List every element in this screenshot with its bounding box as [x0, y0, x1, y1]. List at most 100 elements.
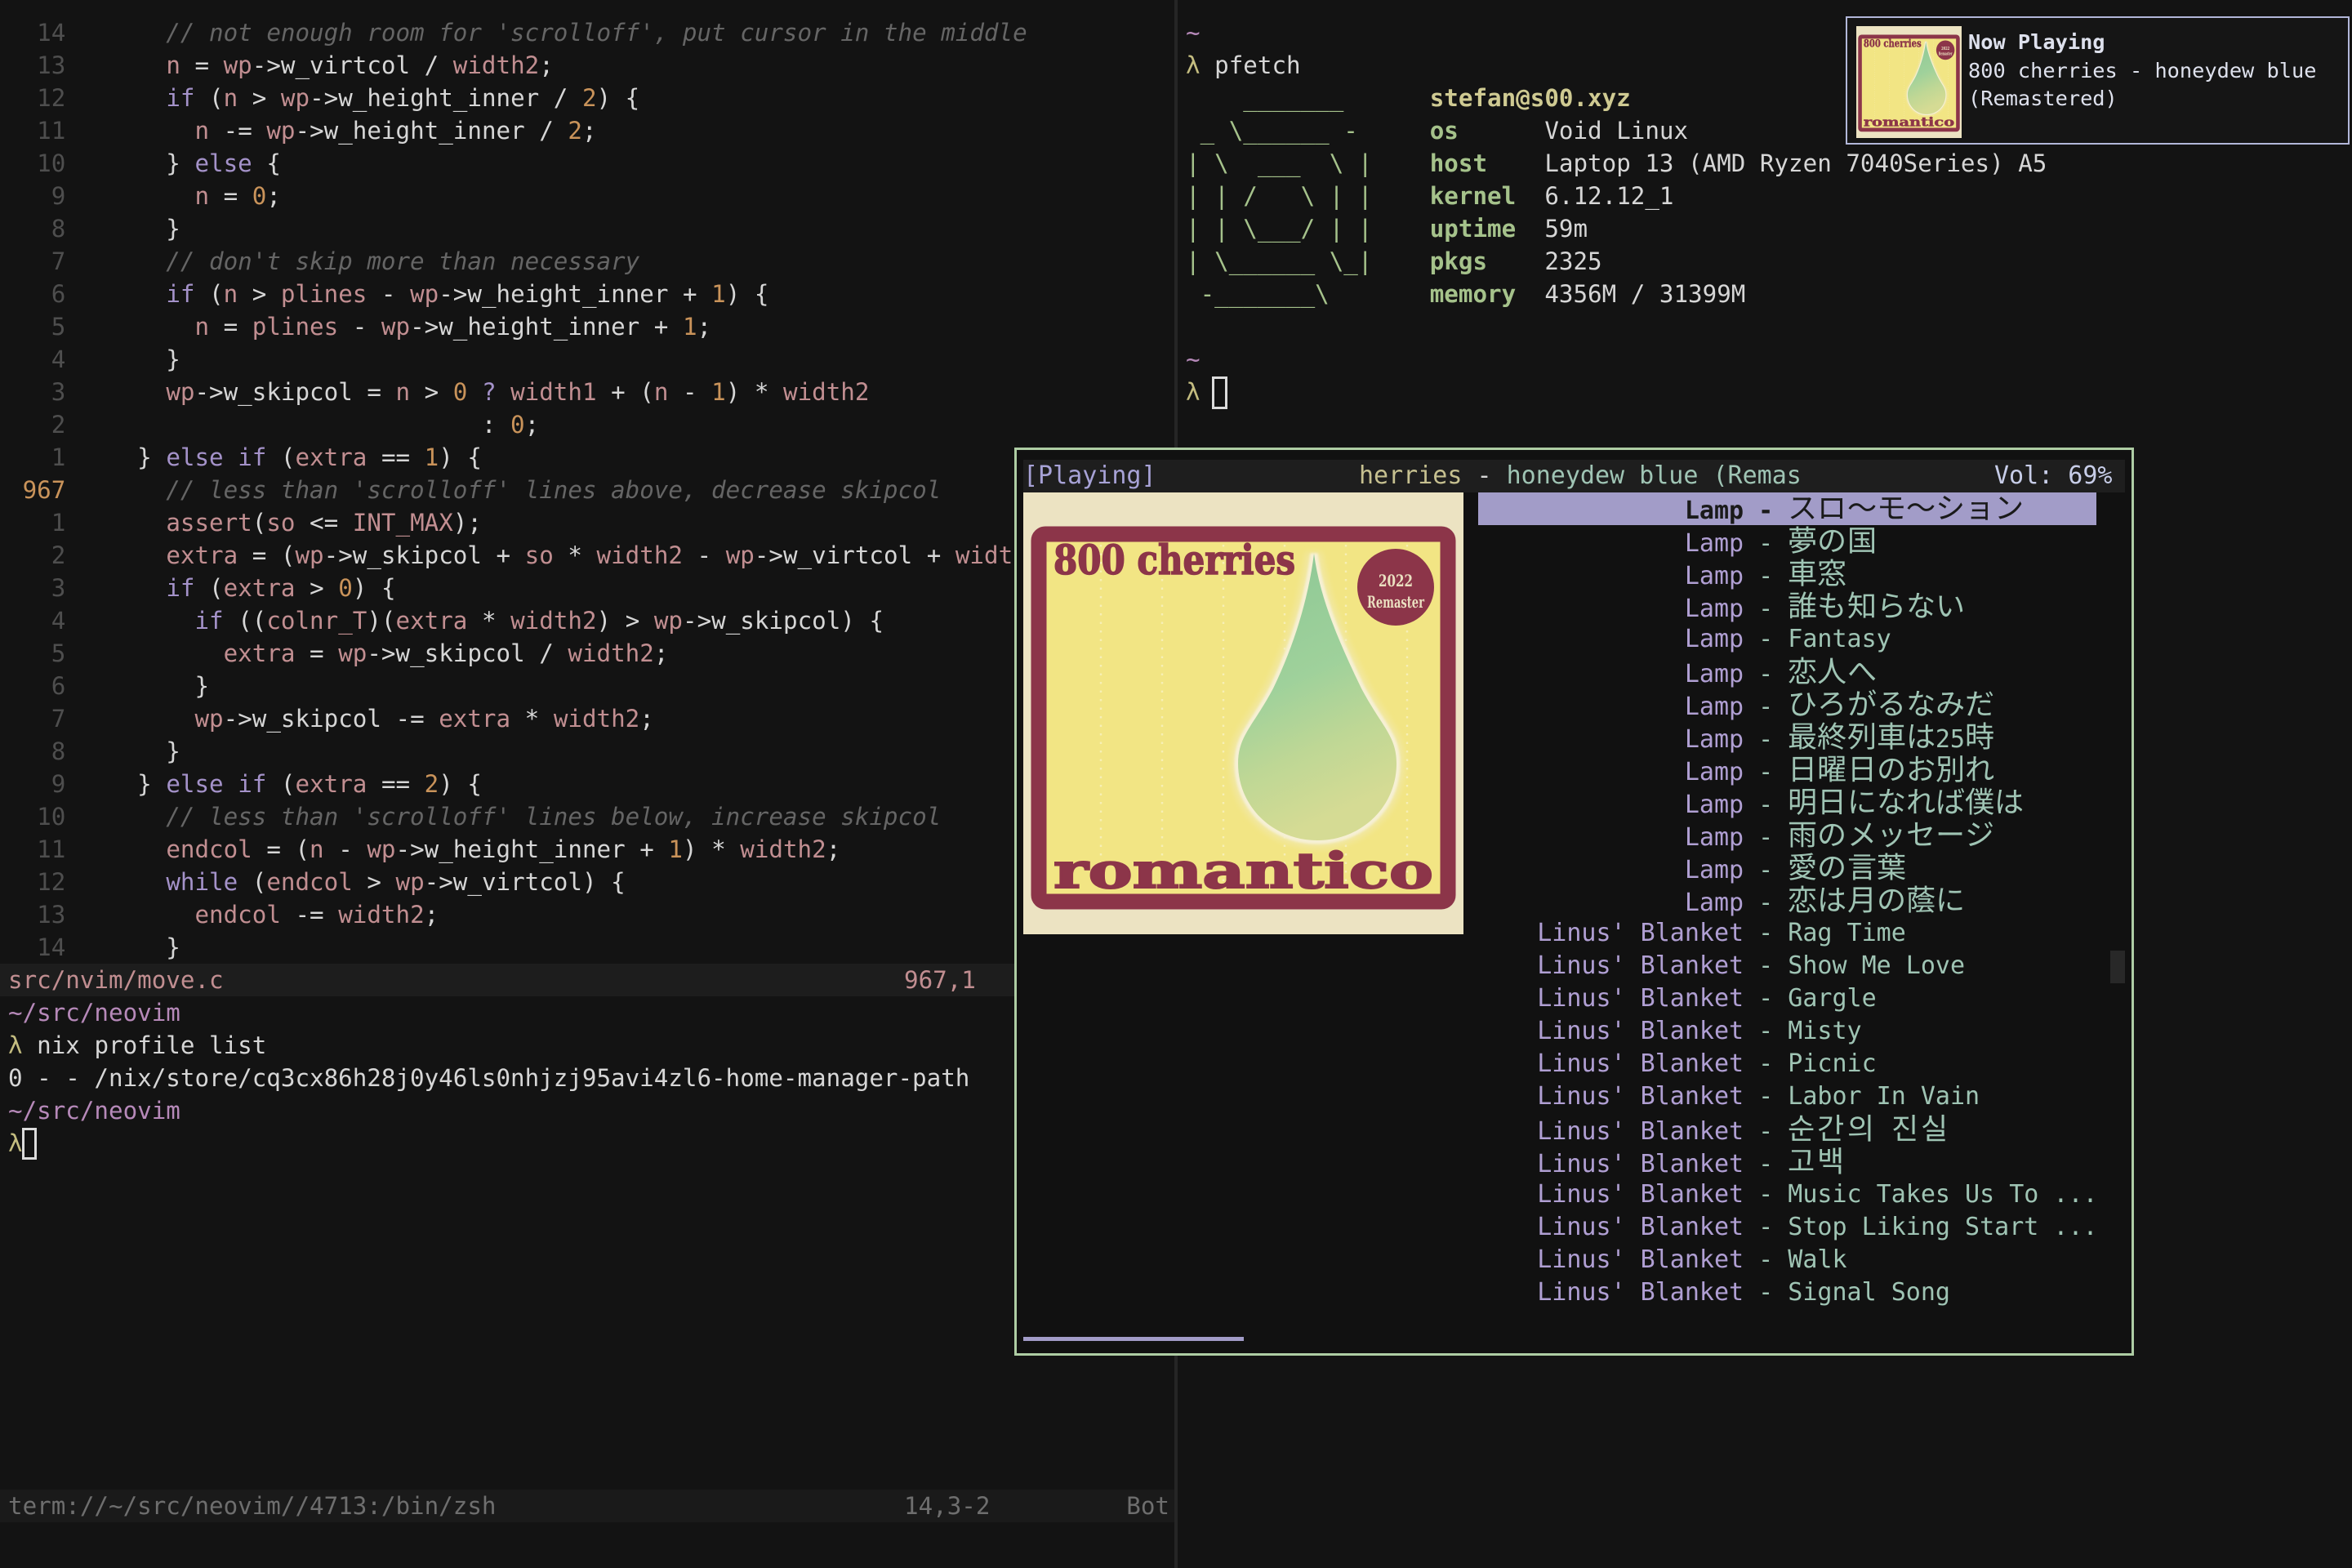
text-run: pfetch [1214, 51, 1300, 79]
code-line[interactable]: 10 // less than 'scrolloff' lines below,… [8, 800, 941, 833]
playlist-item[interactable]: Lamp - [1478, 819, 2096, 852]
cjk-glyph [1965, 754, 1994, 783]
neovim-window[interactable]: 14 // not enough room for 'scrolloff', p… [0, 0, 1174, 1568]
code-line[interactable]: 2 : 0; [8, 408, 539, 441]
text-run: ->w_virtcol) { [425, 868, 626, 896]
code-line[interactable]: 5 extra = wp->w_skipcol / width2; [8, 637, 668, 670]
playlist-item[interactable]: Linus' Blanket - Walk [1478, 1244, 2096, 1276]
code-line[interactable]: 1 assert(so <= INT_MAX); [8, 506, 482, 539]
statusline-terminal: term://~/src/neovim//4713:/bin/zsh 14,3-… [0, 1490, 1174, 1522]
playlist-item[interactable]: Linus' Blanket - Rag Time [1478, 917, 2096, 950]
text-run: extra [224, 574, 296, 602]
playlist-item[interactable]: Lamp - [1478, 884, 2096, 917]
text-run: - [1744, 758, 1788, 786]
text-run: Picnic [1788, 1049, 1876, 1078]
playlist-item[interactable]: Lamp - [1478, 590, 2096, 623]
code-line[interactable]: 6 if (n > plines - wp->w_height_inner + … [8, 278, 768, 310]
code-line[interactable]: 7 wp->w_skipcol -= extra * width2; [8, 702, 654, 735]
text-run: - [1744, 529, 1788, 558]
code-line[interactable]: 11 endcol = (n - wp->w_height_inner + 1)… [8, 833, 840, 866]
rterm-line: λ pfetch [1186, 49, 1301, 82]
progress-bar[interactable] [1023, 1337, 1244, 1341]
text-run: - [1744, 856, 1788, 884]
text-run: - [1744, 1278, 1788, 1307]
text-run [1877, 1117, 1891, 1146]
playlist-item[interactable]: Linus' Blanket - Music Takes Us To ... [1478, 1178, 2096, 1211]
playlist-item[interactable]: Linus' Blanket - [1478, 1113, 2096, 1146]
playlist-item[interactable]: Lamp - [1478, 688, 2096, 721]
text-run [80, 51, 166, 79]
playlist-item[interactable]: Lamp - [1478, 492, 2096, 525]
code-line[interactable]: 1 } else if (extra == 1) { [8, 441, 482, 474]
code-line[interactable]: 2 extra = (wp->w_skipcol + so * width2 -… [8, 539, 1174, 572]
code-line[interactable]: 9 n = 0; [8, 180, 281, 212]
code-line[interactable]: 6 } [8, 670, 209, 702]
code-line[interactable]: 5 n = plines - wp->w_height_inner + 1; [8, 310, 711, 343]
text-run: ; [639, 705, 654, 733]
playlist-item[interactable]: Linus' Blanket - Signal Song [1478, 1276, 2096, 1309]
playlist-item[interactable]: Linus' Blanket - [1478, 1146, 2096, 1178]
playlist-item[interactable]: Linus' Blanket - Misty [1478, 1015, 2096, 1048]
music-player-window[interactable]: [Playing] herries - honeydew blue (Remas… [1014, 448, 2134, 1356]
playlist-item[interactable]: Linus' Blanket - Picnic [1478, 1048, 2096, 1080]
cjk-glyph [1817, 558, 1846, 587]
text-run: + ( [597, 378, 654, 406]
cjk-glyph [1817, 525, 1846, 555]
playlist-item[interactable]: Lamp - [1478, 656, 2096, 688]
code-line[interactable]: 13 endcol -= width2; [8, 898, 439, 931]
playlist-item[interactable]: Linus' Blanket - Labor In Vain [1478, 1080, 2096, 1113]
playlist-item[interactable]: Lamp - [1478, 558, 2096, 590]
cjk-glyph [1788, 558, 1817, 587]
playlist-item[interactable]: Lamp - [1478, 525, 2096, 558]
text-run: - [1744, 1245, 1788, 1274]
code-line[interactable]: 14 // not enough room for 'scrolloff', p… [8, 16, 1027, 49]
code-line[interactable]: 967 // less than 'scrolloff' lines above… [8, 474, 941, 506]
text-run: ) * [683, 835, 740, 863]
playlist-item[interactable]: Lamp - [1478, 852, 2096, 884]
text-run: - [1744, 1180, 1788, 1209]
code-line[interactable]: 13 n = wp->w_virtcol / width2; [8, 49, 554, 82]
text-run: λ [8, 1031, 37, 1059]
text-run: } [80, 345, 180, 373]
text-run: 25 [1936, 725, 1965, 754]
code-line[interactable]: 8 } [8, 212, 180, 245]
cjk-glyph [1877, 492, 1906, 522]
playlist-item[interactable]: Lamp - [1478, 754, 2096, 786]
text-run: ) { [353, 574, 396, 602]
code-line[interactable]: 9 } else if (extra == 2) { [8, 768, 482, 800]
code-line[interactable]: 4 if ((colnr_T)(extra * width2) > wp->w_… [8, 604, 884, 637]
cjk-glyph [1877, 786, 1906, 816]
text-run: == [367, 443, 424, 471]
cjk-glyph [1906, 884, 1936, 914]
code-line[interactable]: 3 wp->w_skipcol = n > 0 ? width1 + (n - … [8, 376, 869, 408]
code-line[interactable]: 8 } [8, 735, 180, 768]
text-run: ->w_virtcol / [252, 51, 453, 79]
text-run: colnr_T [266, 607, 367, 635]
playlist-item[interactable]: Linus' Blanket - Show Me Love [1478, 950, 2096, 982]
playlist-item[interactable]: Lamp - [1478, 786, 2096, 819]
text-run: = [180, 51, 224, 79]
text-run: wp [726, 541, 755, 569]
cjk-glyph [1817, 819, 1846, 849]
playlist-item[interactable]: Linus' Blanket - Gargle [1478, 982, 2096, 1015]
code-line[interactable]: 12 if (n > wp->w_height_inner / 2) { [8, 82, 639, 114]
text-run: width2 [740, 835, 826, 863]
playlist-scrollbar-thumb[interactable] [2110, 951, 2125, 983]
playlist-item[interactable]: Lamp - Fantasy [1478, 623, 2096, 656]
text-run: Lamp [1478, 660, 1744, 688]
code-line[interactable]: 10 } else { [8, 147, 281, 180]
text-run [80, 607, 195, 635]
code-line[interactable]: 4 } [8, 343, 180, 376]
playlist-item[interactable]: Linus' Blanket - Stop Liking Start ... [1478, 1211, 2096, 1244]
code-line[interactable]: 11 n -= wp->w_height_inner / 2; [8, 114, 597, 147]
notification[interactable]: 800 cherries 2022 Remaster romantico Now… [1846, 16, 2350, 145]
code-line[interactable]: 14 } [8, 931, 180, 964]
cjk-glyph [1788, 1146, 1817, 1175]
cjk-glyph [1936, 754, 1965, 783]
playlist-item[interactable]: Lamp - 25 [1478, 721, 2096, 754]
code-line[interactable]: 7 // don't skip more than necessary [8, 245, 639, 278]
code-line[interactable]: 3 if (extra > 0) { [8, 572, 396, 604]
text-run: Walk [1788, 1245, 1846, 1274]
album-title-text: romantico [1054, 843, 1433, 900]
code-line[interactable]: 12 while (endcol > wp->w_virtcol) { [8, 866, 626, 898]
